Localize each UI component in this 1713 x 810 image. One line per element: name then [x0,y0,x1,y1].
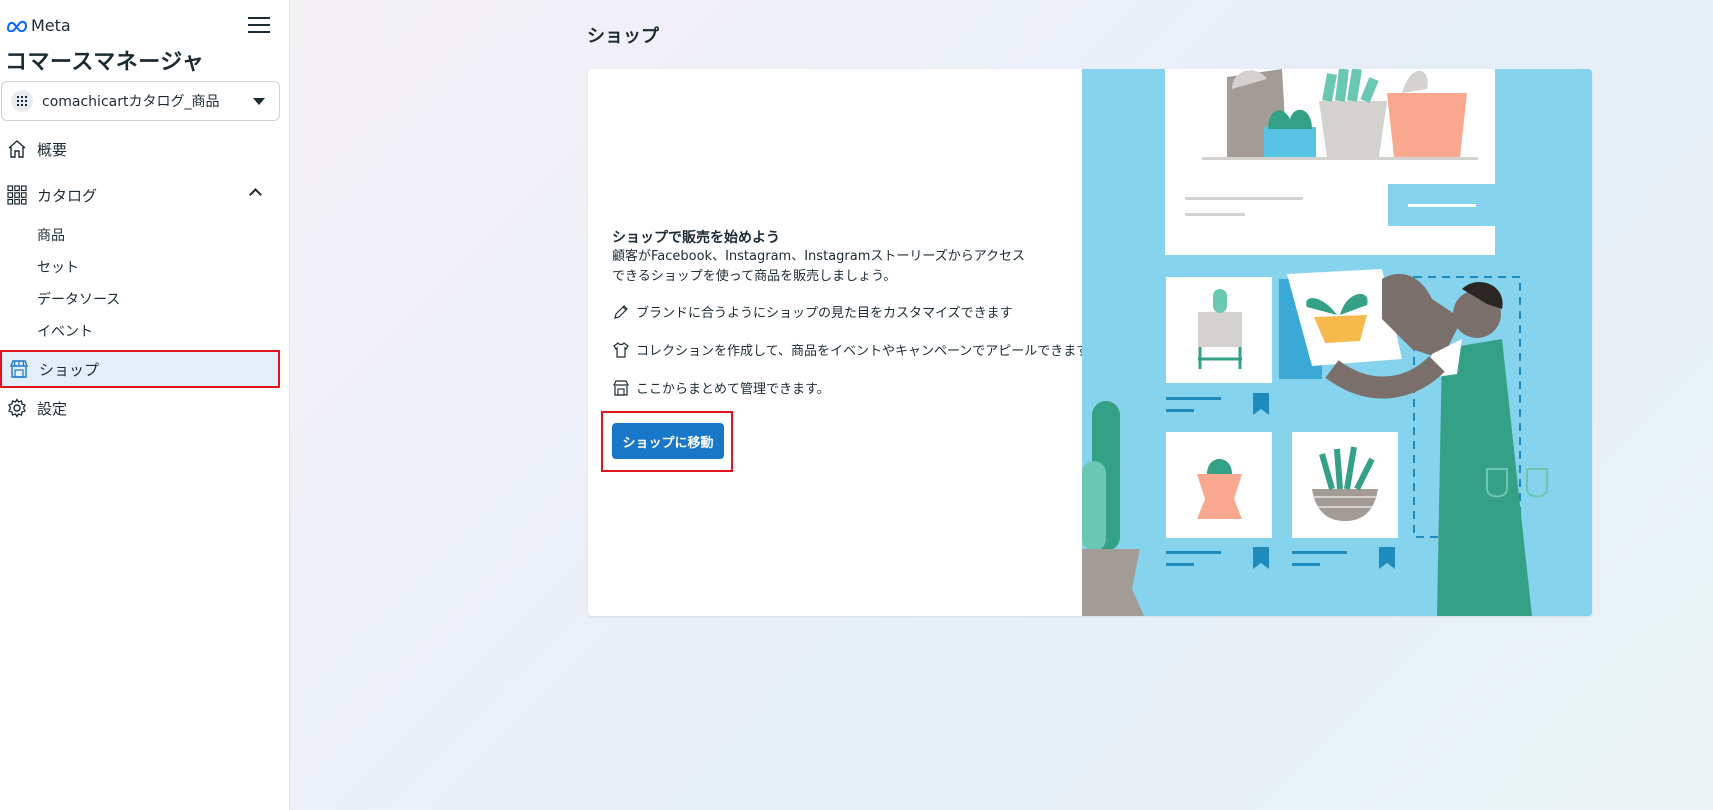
app-title: コマースマネージャ [5,50,205,75]
feature-item: コレクションを作成して、商品をイベントやキャンペーンでアピールできます [612,340,1089,359]
nav-item-settings[interactable]: 設定 [0,389,280,427]
nav-subitem-products[interactable]: 商品 [37,226,65,246]
caret-down-icon [253,98,265,105]
nav-item-settings-label: 設定 [37,399,68,418]
shop-intro-card: ショップで販売を始めよう 顧客がFacebook、Instagram、Insta… [588,69,1592,616]
nav-subitem-events[interactable]: イベント [37,322,93,342]
feature-text: コレクションを作成して、商品をイベントやキャンペーンでアピールできます [636,344,1090,359]
sidebar: Meta コマースマネージャ comachicartカタログ_商品 概要 カタロ… [0,0,290,810]
card-heading: ショップで販売を始めよう [612,230,780,246]
hamburger-menu-icon[interactable] [248,14,270,36]
nav-item-overview[interactable]: 概要 [0,130,280,168]
brand-row: Meta [6,14,282,38]
gear-icon [6,397,28,419]
home-icon [6,138,28,160]
meta-infinity-icon [6,20,28,32]
nav-item-catalog[interactable]: カタログ [0,176,280,214]
card-description: 顧客がFacebook、Instagram、Instagramストーリーズからア… [612,249,1026,284]
catalog-selector[interactable]: comachicartカタログ_商品 [1,81,280,121]
shirt-icon [612,341,630,359]
nav-subitem-data-sources[interactable]: データソース [37,290,120,310]
nav-item-shop[interactable]: ショップ [0,350,280,388]
grid-icon [6,184,28,206]
page-title: ショップ [587,26,659,47]
chevron-up-icon[interactable] [249,188,262,201]
meta-logo[interactable]: Meta [6,16,71,35]
meta-logo-text: Meta [31,16,71,35]
feature-item: ブランドに合うようにショップの見た目をカスタマイズできます [612,302,1013,321]
nav-item-shop-label: ショップ [39,360,100,379]
feature-text: ここからまとめて管理できます。 [636,382,830,397]
feature-item: ここからまとめて管理できます。 [612,378,830,397]
go-to-shop-button[interactable]: ショップに移動 [612,423,724,459]
catalog-grid-icon [11,90,33,112]
pencil-icon [612,303,630,321]
shop-illustration [1082,69,1592,616]
storefront-icon [612,379,630,397]
catalog-selector-value: comachicartカタログ_商品 [42,94,220,110]
nav-item-overview-label: 概要 [37,140,68,159]
feature-text: ブランドに合うようにショップの見た目をカスタマイズできます [636,306,1013,321]
nav-item-catalog-label: カタログ [37,186,98,205]
nav-subitem-sets[interactable]: セット [37,258,79,278]
storefront-icon [8,358,30,380]
